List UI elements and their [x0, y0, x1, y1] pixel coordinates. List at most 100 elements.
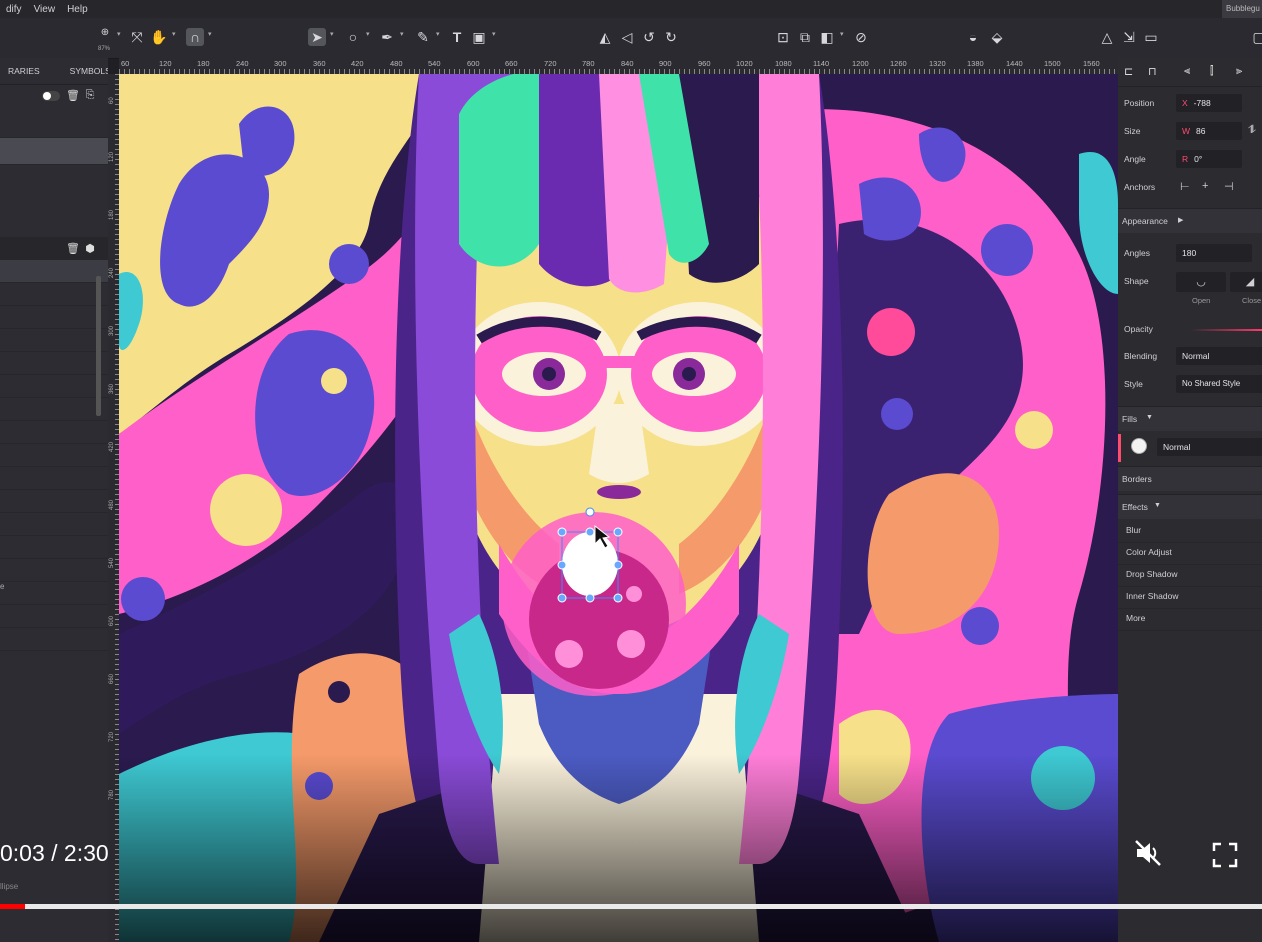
- angle-field[interactable]: R 0°: [1176, 150, 1242, 168]
- effect-drop-shadow[interactable]: Drop Shadow: [1118, 564, 1262, 587]
- align-left-icon[interactable]: ⫷: [1184, 65, 1190, 78]
- effect-more[interactable]: More: [1118, 608, 1262, 631]
- list-item[interactable]: [0, 107, 108, 138]
- fills-section[interactable]: Fills ▼: [1118, 406, 1262, 431]
- layer-row[interactable]: [0, 513, 108, 536]
- layer-row[interactable]: [0, 306, 108, 329]
- style-select[interactable]: No Shared Style: [1176, 375, 1262, 393]
- close-shape-button[interactable]: ◢: [1230, 272, 1262, 292]
- layer-row[interactable]: [0, 398, 108, 421]
- ellipse-tool-icon[interactable]: ○: [344, 28, 362, 46]
- list-item-selected[interactable]: [0, 138, 108, 165]
- effect-color-adjust[interactable]: Color Adjust: [1118, 542, 1262, 565]
- opacity-slider[interactable]: [1190, 329, 1262, 331]
- layer-row[interactable]: [0, 605, 108, 628]
- lock-icon[interactable]: ⬙: [988, 28, 1006, 46]
- resize-handle[interactable]: [613, 593, 623, 603]
- fill-blend-select[interactable]: Normal: [1157, 438, 1262, 456]
- chevron-down-icon[interactable]: ▾: [840, 30, 844, 38]
- pen-tool-icon[interactable]: ✒: [378, 28, 396, 46]
- chevron-down-icon[interactable]: ▾: [330, 30, 334, 38]
- arrange-icon[interactable]: ◧: [818, 28, 836, 46]
- layer-row[interactable]: [0, 467, 108, 490]
- resize-handle[interactable]: [585, 527, 595, 537]
- canvas[interactable]: [119, 74, 1118, 942]
- chevron-down-icon[interactable]: ▾: [172, 30, 176, 38]
- rotate-handle[interactable]: [585, 507, 595, 517]
- list-item[interactable]: [0, 165, 108, 238]
- mask-icon[interactable]: ◒: [964, 28, 982, 46]
- frame-icon[interactable]: ▭: [1142, 28, 1160, 46]
- layer-row[interactable]: [0, 559, 108, 582]
- layer-row[interactable]: [0, 444, 108, 467]
- width-field[interactable]: W 86: [1176, 122, 1242, 140]
- chevron-down-icon[interactable]: ▾: [208, 30, 212, 38]
- rotate-left-icon[interactable]: ↺: [640, 28, 658, 46]
- align-right-icon[interactable]: ⫸: [1236, 65, 1242, 78]
- zoom-icon[interactable]: ⊕: [96, 24, 114, 42]
- export-icon[interactable]: ⇲: [1120, 28, 1138, 46]
- fullscreen-button[interactable]: [1212, 842, 1238, 868]
- hand-icon[interactable]: ✋: [150, 28, 168, 46]
- effect-blur[interactable]: Blur: [1118, 520, 1262, 543]
- constrain-proportions-icon[interactable]: ⥮: [1248, 124, 1256, 137]
- layer-row[interactable]: [0, 260, 108, 283]
- tab-symbols[interactable]: SYMBOLS: [62, 66, 108, 76]
- rotate-right-icon[interactable]: ↻: [662, 28, 680, 46]
- align-center-icon[interactable]: ⫿: [1210, 65, 1214, 78]
- selected-ellipse[interactable]: [562, 532, 618, 596]
- resize-handle[interactable]: [585, 593, 595, 603]
- boolean-icon[interactable]: ⊘: [852, 28, 870, 46]
- align-left-edge-icon[interactable]: ⊏: [1124, 65, 1133, 78]
- add-page-icon[interactable]: ⎘: [84, 89, 96, 103]
- image-tool-icon[interactable]: ▣: [470, 28, 488, 46]
- borders-section[interactable]: Borders: [1118, 466, 1262, 491]
- window-icon[interactable]: ▢: [1250, 28, 1262, 46]
- layer-row[interactable]: [0, 628, 108, 651]
- menu-view[interactable]: View: [28, 4, 62, 15]
- mirror-icon[interactable]: ◁: [618, 28, 636, 46]
- chevron-down-icon[interactable]: ▾: [117, 30, 121, 38]
- triangle-icon[interactable]: △: [1098, 28, 1116, 46]
- resize-handle[interactable]: [557, 593, 567, 603]
- video-progress-bar[interactable]: [0, 904, 1262, 909]
- angles-field[interactable]: 180: [1176, 244, 1252, 262]
- menu-help[interactable]: Help: [61, 4, 94, 15]
- anchor-right-icon[interactable]: ⊣: [1224, 180, 1234, 193]
- layer-row[interactable]: [0, 283, 108, 306]
- menu-modify[interactable]: dify: [0, 4, 28, 15]
- effects-section[interactable]: Effects ▼: [1118, 494, 1262, 519]
- layer-row[interactable]: [0, 352, 108, 375]
- open-shape-button[interactable]: ◡: [1176, 272, 1226, 292]
- layer-row[interactable]: [0, 329, 108, 352]
- anchor-center-icon[interactable]: +: [1202, 180, 1208, 192]
- fill-item[interactable]: Normal: [1118, 434, 1262, 462]
- chevron-down-icon[interactable]: ▾: [400, 30, 404, 38]
- layers-scrollbar[interactable]: [96, 276, 101, 416]
- chevron-down-icon[interactable]: ▾: [436, 30, 440, 38]
- text-tool-icon[interactable]: T: [448, 28, 466, 46]
- effect-inner-shadow[interactable]: Inner Shadow: [1118, 586, 1262, 609]
- tab-libraries[interactable]: RARIES: [0, 66, 48, 76]
- resize-handle[interactable]: [613, 527, 623, 537]
- flip-icon[interactable]: ◭: [596, 28, 614, 46]
- pointer-icon[interactable]: ➤: [308, 28, 326, 46]
- appearance-section[interactable]: Appearance ▶: [1118, 208, 1262, 233]
- layer-row[interactable]: [0, 375, 108, 398]
- visibility-toggle[interactable]: [42, 91, 60, 101]
- layer-row[interactable]: [0, 421, 108, 444]
- add-layer-icon[interactable]: ⬢: [84, 242, 96, 256]
- chevron-down-icon[interactable]: ▾: [366, 30, 370, 38]
- layer-row[interactable]: e: [0, 582, 108, 605]
- mute-button[interactable]: [1133, 838, 1163, 868]
- resize-handle[interactable]: [557, 527, 567, 537]
- anchor-left-icon[interactable]: ⊢: [1180, 180, 1190, 193]
- resize-handle[interactable]: [557, 560, 567, 570]
- fit-icon[interactable]: ⤧: [128, 28, 146, 46]
- trash-icon[interactable]: 🗑: [66, 89, 80, 103]
- resize-handle[interactable]: [613, 560, 623, 570]
- group-icon[interactable]: ⊡: [774, 28, 792, 46]
- pencil-tool-icon[interactable]: ✎: [414, 28, 432, 46]
- trash-icon[interactable]: 🗑: [66, 242, 80, 256]
- layer-row[interactable]: [0, 490, 108, 513]
